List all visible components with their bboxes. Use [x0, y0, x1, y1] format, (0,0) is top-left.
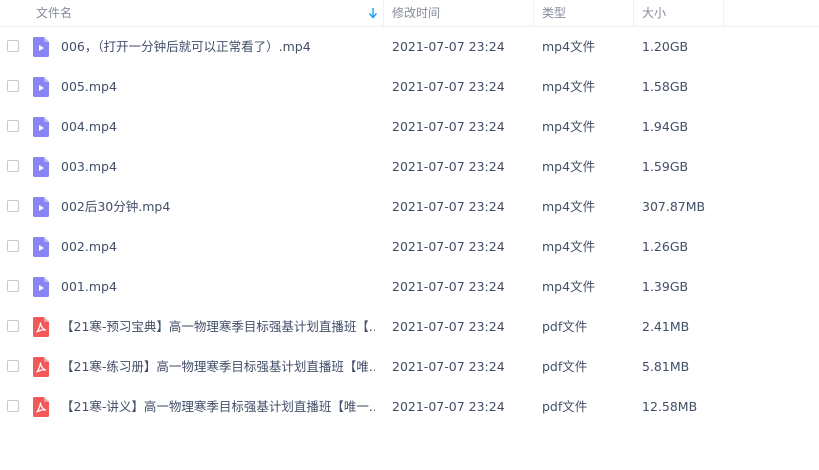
file-row[interactable]: 004.mp4 2021-07-07 23:24 mp4文件 1.94GB — [0, 107, 819, 147]
file-row[interactable]: 【21寒-预习宝典】高一物理寒季目标强基计划直播班【... 2021-07-07 … — [0, 307, 819, 347]
file-name[interactable]: 001.mp4 — [61, 267, 375, 307]
file-type: mp4文件 — [542, 239, 596, 254]
file-modified-time: 2021-07-07 23:24 — [392, 39, 505, 54]
file-size: 12.58MB — [642, 399, 698, 414]
video-file-icon — [33, 37, 49, 57]
file-type: pdf文件 — [542, 399, 588, 414]
file-type: pdf文件 — [542, 319, 588, 334]
file-modified-time: 2021-07-07 23:24 — [392, 159, 505, 174]
row-checkbox[interactable] — [7, 200, 19, 212]
file-type: mp4文件 — [542, 119, 596, 134]
sort-descending-icon[interactable] — [368, 6, 378, 20]
file-modified-time: 2021-07-07 23:24 — [392, 239, 505, 254]
file-name[interactable]: 【21寒-讲义】高一物理寒季目标强基计划直播班【唯一... — [61, 387, 375, 427]
file-row[interactable]: 003.mp4 2021-07-07 23:24 mp4文件 1.59GB — [0, 147, 819, 187]
file-name[interactable]: 006，（打开一分钟后就可以正常看了）.mp4 — [61, 27, 375, 67]
file-modified-time: 2021-07-07 23:24 — [392, 279, 505, 294]
file-type: mp4文件 — [542, 279, 596, 294]
file-size: 1.94GB — [642, 119, 689, 134]
file-modified-time: 2021-07-07 23:24 — [392, 119, 505, 134]
file-row[interactable]: 006，（打开一分钟后就可以正常看了）.mp4 2021-07-07 23:24 m… — [0, 27, 819, 67]
file-name[interactable]: 003.mp4 — [61, 147, 375, 187]
row-checkbox[interactable] — [7, 160, 19, 172]
row-checkbox[interactable] — [7, 40, 19, 52]
file-name[interactable]: 002.mp4 — [61, 227, 375, 267]
file-modified-time: 2021-07-07 23:24 — [392, 199, 505, 214]
file-row[interactable]: 【21寒-讲义】高一物理寒季目标强基计划直播班【唯一... 2021-07-07 … — [0, 387, 819, 427]
file-modified-time: 2021-07-07 23:24 — [392, 359, 505, 374]
file-type: mp4文件 — [542, 79, 596, 94]
column-divider[interactable] — [633, 0, 634, 26]
row-checkbox[interactable] — [7, 280, 19, 292]
file-type: mp4文件 — [542, 39, 596, 54]
pdf-file-icon — [33, 317, 49, 337]
column-header-name[interactable]: 文件名 — [36, 0, 72, 26]
file-name[interactable]: 【21寒-预习宝典】高一物理寒季目标强基计划直播班【... — [61, 307, 375, 347]
column-divider[interactable] — [533, 0, 534, 26]
column-header-size[interactable]: 大小 — [642, 0, 666, 26]
file-row[interactable]: 002.mp4 2021-07-07 23:24 mp4文件 1.26GB — [0, 227, 819, 267]
column-divider[interactable] — [383, 0, 384, 26]
file-size: 307.87MB — [642, 199, 706, 214]
file-type: mp4文件 — [542, 199, 596, 214]
file-name[interactable]: 004.mp4 — [61, 107, 375, 147]
file-size: 5.81MB — [642, 359, 690, 374]
video-file-icon — [33, 117, 49, 137]
file-size: 1.26GB — [642, 239, 689, 254]
pdf-file-icon — [33, 397, 49, 417]
file-modified-time: 2021-07-07 23:24 — [392, 79, 505, 94]
file-name[interactable]: 002后30分钟.mp4 — [61, 187, 375, 227]
column-divider[interactable] — [723, 0, 724, 26]
file-list-header: 文件名 修改时间 类型 大小 — [0, 0, 819, 27]
row-checkbox[interactable] — [7, 360, 19, 372]
column-header-date[interactable]: 修改时间 — [392, 0, 440, 26]
file-name[interactable]: 005.mp4 — [61, 67, 375, 107]
file-name[interactable]: 【21寒-练习册】高一物理寒季目标强基计划直播班【唯... — [61, 347, 375, 387]
row-checkbox[interactable] — [7, 400, 19, 412]
file-size: 1.39GB — [642, 279, 689, 294]
file-type: mp4文件 — [542, 159, 596, 174]
video-file-icon — [33, 197, 49, 217]
file-type: pdf文件 — [542, 359, 588, 374]
file-list: 006，（打开一分钟后就可以正常看了）.mp4 2021-07-07 23:24 m… — [0, 27, 819, 427]
file-size: 1.20GB — [642, 39, 689, 54]
video-file-icon — [33, 77, 49, 97]
file-size: 1.59GB — [642, 159, 689, 174]
file-modified-time: 2021-07-07 23:24 — [392, 399, 505, 414]
file-row[interactable]: 001.mp4 2021-07-07 23:24 mp4文件 1.39GB — [0, 267, 819, 307]
file-modified-time: 2021-07-07 23:24 — [392, 319, 505, 334]
row-checkbox[interactable] — [7, 80, 19, 92]
row-checkbox[interactable] — [7, 240, 19, 252]
column-header-type[interactable]: 类型 — [542, 0, 566, 26]
file-row[interactable]: 005.mp4 2021-07-07 23:24 mp4文件 1.58GB — [0, 67, 819, 107]
pdf-file-icon — [33, 357, 49, 377]
file-size: 1.58GB — [642, 79, 689, 94]
row-checkbox[interactable] — [7, 120, 19, 132]
row-checkbox[interactable] — [7, 320, 19, 332]
video-file-icon — [33, 237, 49, 257]
video-file-icon — [33, 277, 49, 297]
video-file-icon — [33, 157, 49, 177]
file-row[interactable]: 002后30分钟.mp4 2021-07-07 23:24 mp4文件 307.87M… — [0, 187, 819, 227]
file-row[interactable]: 【21寒-练习册】高一物理寒季目标强基计划直播班【唯... 2021-07-07 … — [0, 347, 819, 387]
file-size: 2.41MB — [642, 319, 690, 334]
